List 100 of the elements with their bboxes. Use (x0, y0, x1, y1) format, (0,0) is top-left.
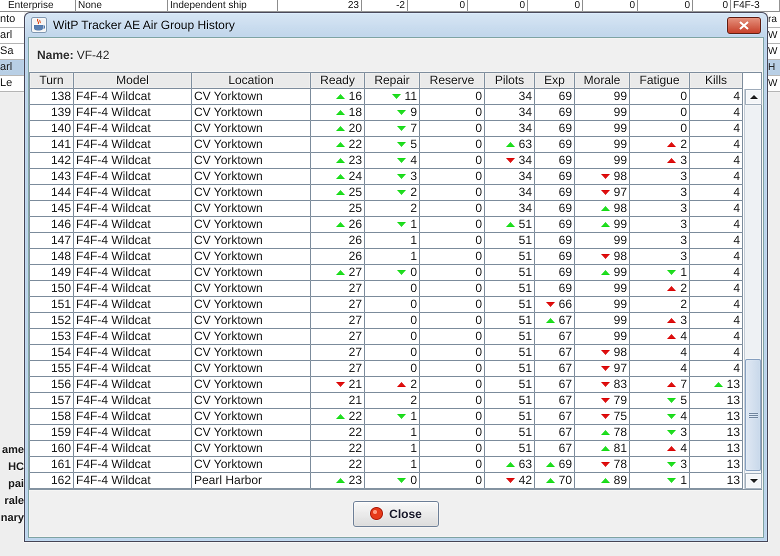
close-button[interactable]: Close (353, 500, 439, 526)
column-header[interactable]: Kills (690, 73, 743, 89)
table-cell: 98 (614, 169, 627, 184)
table-cell: 99 (614, 233, 627, 248)
table-cell: 1 (410, 233, 417, 248)
table-cell: 4 (733, 249, 740, 264)
column-header[interactable]: Model (74, 73, 192, 89)
table-cell: 4 (733, 185, 740, 200)
table-cell: 3 (680, 169, 687, 184)
column-header[interactable]: Exp (535, 73, 575, 89)
table-cell: CV Yorktown (194, 105, 263, 120)
table-cell: 0 (410, 345, 417, 360)
table-cell: 34 (518, 89, 532, 104)
table-cell: 69 (558, 185, 572, 200)
table-cell: 0 (475, 393, 482, 408)
table-cell: 51 (518, 425, 532, 440)
table-cell: 67 (558, 409, 572, 424)
stop-icon (370, 507, 384, 520)
table-cell: 51 (518, 249, 532, 264)
table-cell: 69 (558, 169, 572, 184)
table-cell: 0 (410, 473, 417, 488)
table-cell: 27 (348, 329, 362, 344)
table-cell: F4F-4 Wildcat (76, 185, 151, 200)
table-cell: 99 (614, 265, 627, 280)
column-header[interactable]: Pilots (485, 73, 535, 89)
table-cell: 4 (733, 89, 740, 104)
vertical-scrollbar[interactable] (744, 89, 761, 489)
table-cell: 0 (475, 137, 482, 152)
table-cell: 0 (475, 105, 482, 120)
table-cell: 27 (348, 345, 362, 360)
table-cell: 22 (348, 457, 362, 472)
table-cell: 4 (733, 217, 740, 232)
table-cell: 154 (50, 345, 71, 360)
close-window-button[interactable] (727, 16, 761, 34)
table-cell: 0 (475, 345, 482, 360)
table-cell: 13 (726, 393, 740, 408)
table-cell: 4 (733, 281, 740, 296)
table-cell: 0 (680, 121, 687, 136)
table-cell: 0 (475, 377, 482, 392)
table-cell: 51 (518, 329, 532, 344)
table-cell: 67 (558, 329, 572, 344)
name-label: Name: (37, 48, 74, 62)
scroll-up-button[interactable] (745, 89, 762, 105)
table-cell: 69 (558, 233, 572, 248)
table-cell: 26 (348, 217, 362, 232)
table-cell: 69 (558, 281, 572, 296)
table-cell: 0 (410, 313, 417, 328)
table-cell: 27 (348, 361, 362, 376)
table-cell: 0 (475, 297, 482, 312)
table-cell: 0 (475, 233, 482, 248)
table-cell: 2 (410, 393, 417, 408)
table-cell: 4 (733, 137, 740, 152)
table-cell: F4F-4 Wildcat (76, 105, 151, 120)
scroll-down-button[interactable] (745, 473, 762, 489)
table-cell: 3 (680, 217, 687, 232)
table-cell: 99 (614, 297, 627, 312)
table-cell: 156 (50, 377, 71, 392)
table-cell: 3 (410, 169, 417, 184)
column-header[interactable]: Repair (365, 73, 420, 89)
background-table-row[interactable]: H (768, 60, 780, 76)
table-cell: 0 (475, 249, 482, 264)
table-cell: F4F-4 Wildcat (76, 233, 151, 248)
scrollbar-thumb[interactable] (745, 359, 761, 471)
table-cell: 4 (733, 153, 740, 168)
table-cell: CV Yorktown (194, 361, 263, 376)
table-cell: CV Yorktown (194, 121, 263, 136)
table-cell: 34 (518, 105, 532, 120)
column-header[interactable]: Location (192, 73, 311, 89)
table-cell: 9 (410, 105, 417, 120)
table-cell: CV Yorktown (194, 297, 263, 312)
table-cell: F4F-4 Wildcat (76, 361, 151, 376)
table-cell: 98 (614, 249, 627, 264)
table-cell: 97 (614, 361, 627, 376)
column-header[interactable]: Reserve (420, 73, 485, 89)
table-cell: 3 (680, 233, 687, 248)
table-cell: 0 (475, 313, 482, 328)
table-cell: 4 (680, 329, 687, 344)
background-table-row[interactable]: arl (0, 60, 24, 76)
table-cell: 78 (614, 425, 627, 440)
table-cell: 152 (50, 313, 71, 328)
table-cell: 139 (50, 105, 71, 120)
column-header[interactable]: Turn (30, 73, 74, 89)
table-cell: 4 (680, 441, 687, 456)
table-cell: CV Yorktown (194, 89, 263, 104)
table-cell: 67 (558, 345, 572, 360)
table-cell: 7 (410, 121, 417, 136)
background-table-cell: 0 (408, 0, 468, 11)
column-header[interactable]: Morale (575, 73, 630, 89)
background-table-cell: 23 (278, 0, 362, 11)
table-cell: 4 (733, 361, 740, 376)
table-cell: 99 (614, 137, 627, 152)
table-cell: 79 (614, 393, 627, 408)
table-cell: 144 (50, 185, 71, 200)
table-cell: 34 (518, 153, 532, 168)
table-cell: CV Yorktown (194, 377, 263, 392)
table-cell: 141 (50, 137, 71, 152)
column-header[interactable]: Fatigue (630, 73, 690, 89)
column-header[interactable]: Ready (311, 73, 365, 89)
table-cell: 99 (614, 105, 627, 120)
table-cell: 4 (733, 265, 740, 280)
